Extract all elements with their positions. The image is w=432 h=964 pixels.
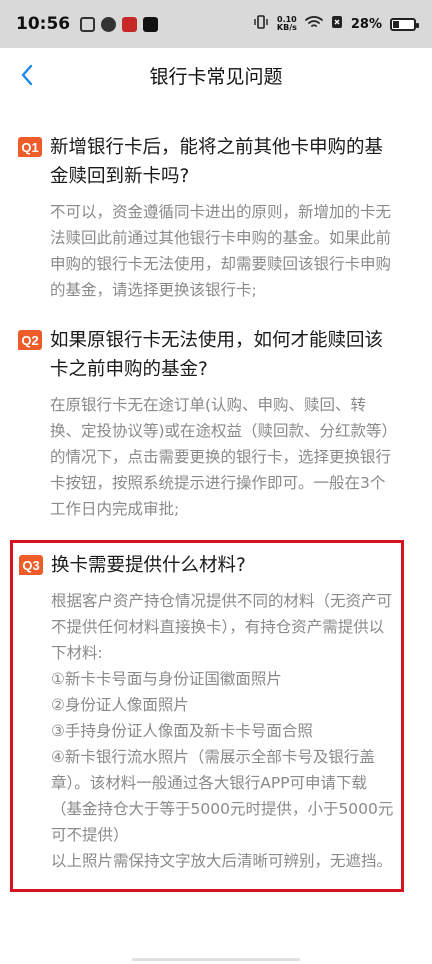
vibrate-icon — [253, 15, 269, 33]
question-badge: Q1 — [18, 137, 42, 157]
tiktok-icon — [143, 16, 159, 32]
question-badge: Q3 — [19, 555, 43, 575]
faq-item: Q2 如果原银行卡无法使用，如何才能赎回该卡之前申购的基金? 在原银行卡无在途订… — [0, 326, 432, 522]
faq-answer: 根据客户资产持仓情况提供不同的材料（无资产可不提供任何材料直接换卡），有持仓资产… — [51, 592, 394, 870]
home-indicator[interactable] — [132, 958, 300, 961]
faq-answer: 不可以，资金遵循同卡进出的原则，新增加的卡无法赎回此前通过其他银行卡申购的基金。… — [50, 203, 392, 299]
question-badge: Q2 — [18, 330, 42, 350]
faq-item: Q1 新增银行卡后，能将之前其他卡申购的基金赎回到新卡吗? 不可以，资金遵循同卡… — [0, 133, 432, 303]
network-speed-unit: KB/s — [276, 23, 297, 32]
faq-answer: 在原银行卡无在途订单(认购、申购、赎回、转换、定投协议等)或在途权益（赎回款、分… — [50, 396, 392, 518]
battery-icon — [390, 17, 419, 31]
app-notification-icon — [101, 16, 117, 32]
nav-bar: 银行卡常见问题 — [0, 48, 432, 102]
faq-item-highlighted: Q3 换卡需要提供什么材料? 根据客户资产持仓情况提供不同的材料（无资产可不提供… — [10, 540, 404, 892]
faq-question: 新增银行卡后，能将之前其他卡申购的基金赎回到新卡吗? — [50, 137, 384, 187]
status-right: 0.10 KB/s 28% — [253, 15, 419, 33]
faq-question: 换卡需要提供什么材料? — [51, 555, 246, 576]
network-speed: 0.10 KB/s — [277, 16, 297, 32]
app-notification-icon — [122, 16, 138, 32]
notification-icons — [80, 16, 159, 32]
chevron-left-icon — [21, 64, 33, 86]
status-bar: 10:56 0.10 KB/s 28% — [0, 0, 432, 48]
page-title: 银行卡常见问题 — [149, 65, 283, 88]
wifi-icon — [304, 15, 323, 33]
back-button[interactable] — [8, 56, 46, 94]
app-notification-icon — [80, 16, 96, 32]
sim-icon — [331, 15, 343, 33]
battery-percent: 28% — [350, 16, 382, 32]
status-time: 10:56 — [16, 14, 71, 34]
faq-question: 如果原银行卡无法使用，如何才能赎回该卡之前申购的基金? — [50, 330, 384, 380]
